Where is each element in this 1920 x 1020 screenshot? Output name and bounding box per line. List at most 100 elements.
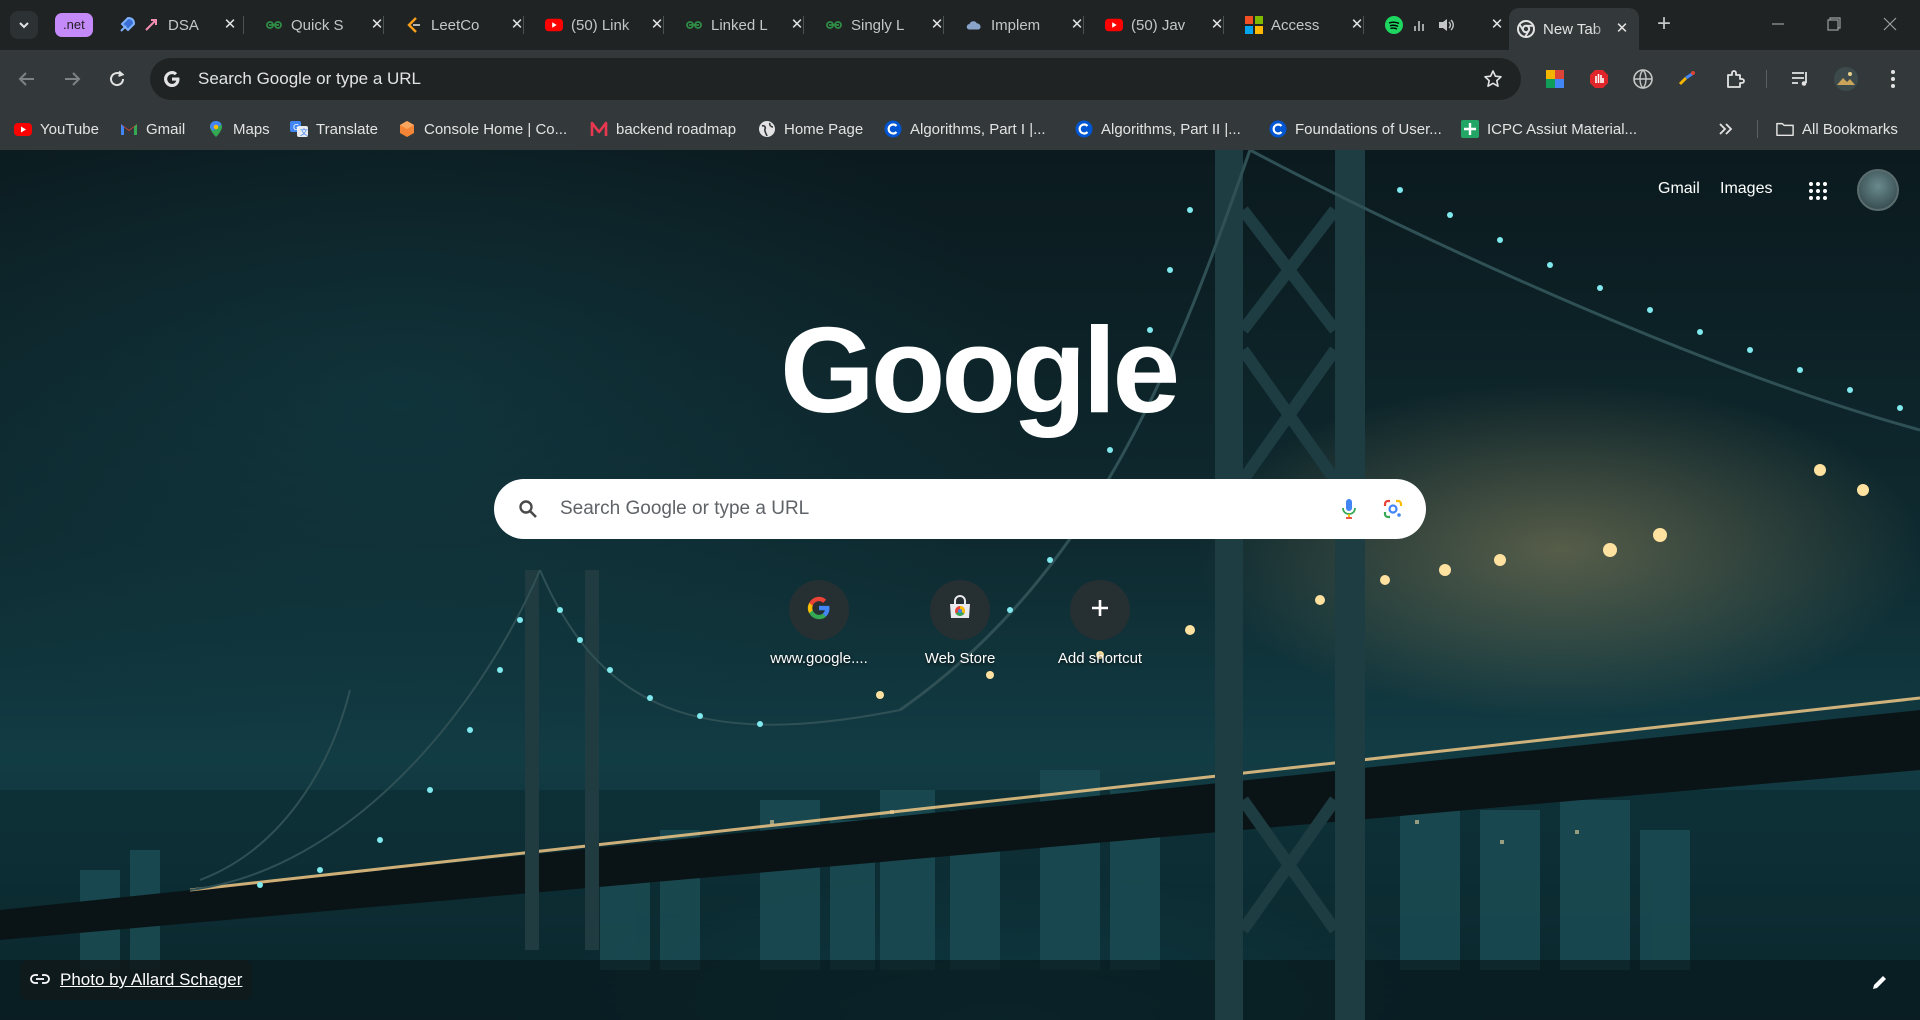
bookmarks-overflow-button[interactable] — [1718, 118, 1734, 140]
restore-icon — [1827, 17, 1841, 31]
bookmark-label: Maps — [233, 120, 270, 138]
bookmark-youtube[interactable]: YouTube — [14, 118, 99, 140]
add-shortcut-button[interactable]: Add shortcut — [1030, 580, 1170, 667]
plus-icon: + — [1656, 10, 1671, 37]
gmail-link[interactable]: Gmail — [1658, 180, 1700, 198]
geeksforgeeks-icon — [825, 16, 843, 34]
bookmark-label: backend roadmap — [616, 120, 737, 138]
tab-youtube-linked[interactable]: (50) Link ✕ — [537, 8, 674, 42]
chrome-menu-button[interactable] — [1879, 65, 1907, 93]
tab-title: Quick S — [291, 16, 344, 34]
tab-title: Access — [1271, 16, 1320, 34]
bookmark-icpc-assiut[interactable]: ICPC Assiut Material... — [1461, 118, 1637, 140]
tab-dsa[interactable]: DSA ✕ — [110, 8, 247, 42]
bookmark-foundations-ux[interactable]: Foundations of User... — [1269, 118, 1442, 140]
shortcut-google[interactable]: www.google.... — [749, 580, 889, 667]
tab-youtube-java[interactable]: (50) Jav ✕ — [1097, 8, 1234, 42]
microsoft-icon — [1245, 16, 1263, 34]
tab-separator — [383, 16, 384, 34]
bookmark-algorithms-part-1[interactable]: Algorithms, Part I |... — [884, 118, 1046, 140]
google-apps-button[interactable] — [1803, 176, 1833, 206]
star-icon[interactable] — [1479, 65, 1507, 93]
tab-title: (50) Link — [571, 16, 630, 34]
tab-access[interactable]: Access ✕ — [1237, 8, 1374, 42]
bookmark-label: Gmail — [146, 120, 186, 138]
bookmark-backend-roadmap[interactable]: backend roadmap — [590, 118, 736, 140]
svg-text:文: 文 — [300, 127, 308, 137]
photo-attribution-link[interactable]: Photo by Allard Schager — [20, 960, 253, 1000]
bookmark-label: Home Page — [784, 120, 864, 138]
extension-globe-icon[interactable] — [1629, 65, 1657, 93]
translate-icon: G文 — [290, 120, 308, 138]
bookmark-label: Algorithms, Part I |... — [910, 120, 1046, 138]
bookmark-label: ICPC Assiut Material... — [1487, 120, 1638, 138]
folder-icon — [1776, 120, 1794, 138]
attribution-text: Photo by Allard Schager — [60, 970, 243, 989]
tab-linked-list[interactable]: Linked L ✕ — [677, 8, 814, 42]
coursera-icon — [1075, 120, 1093, 138]
ntp-search-box[interactable]: Search Google or type a URL — [494, 479, 1426, 539]
coursera-icon — [884, 120, 902, 138]
speaker-icon[interactable] — [1437, 16, 1455, 34]
profile-avatar-icon[interactable] — [1832, 65, 1860, 93]
extension-adblock-icon[interactable] — [1585, 65, 1613, 93]
gmail-icon — [120, 120, 138, 138]
customize-chrome-button[interactable] — [1862, 964, 1898, 1000]
extensions-puzzle-icon[interactable] — [1721, 65, 1749, 93]
all-bookmarks-button[interactable]: All Bookmarks — [1776, 118, 1898, 140]
extension-google-keep-icon[interactable] — [1541, 65, 1569, 93]
media-controls-icon[interactable] — [1786, 65, 1814, 93]
forward-button[interactable] — [57, 64, 87, 94]
tab-title: Singly L — [851, 16, 905, 34]
google-icon — [158, 65, 186, 93]
all-bookmarks-label: All Bookmarks — [1802, 120, 1898, 138]
restore-button[interactable] — [1806, 0, 1862, 48]
bookmark-maps[interactable]: Maps — [207, 118, 270, 140]
toolbar-separator — [1766, 70, 1767, 88]
bookmarks-bar: YouTube Gmail Maps G文 Translate Console … — [0, 108, 1920, 150]
rocket-icon — [118, 16, 136, 34]
tab-search-button[interactable] — [10, 11, 38, 39]
images-link[interactable]: Images — [1720, 180, 1772, 198]
reload-button[interactable] — [102, 64, 132, 94]
svg-text:G: G — [293, 123, 299, 132]
tab-new-tab[interactable]: New Tab ✕ — [1509, 8, 1639, 50]
google-lens-icon[interactable] — [1378, 494, 1408, 524]
chrome-icon — [1517, 20, 1535, 38]
tab-singly-linked[interactable]: Singly L ✕ — [817, 8, 954, 42]
bookmark-algorithms-part-2[interactable]: Algorithms, Part II |... — [1075, 118, 1241, 140]
omnibox[interactable]: Search Google or type a URL — [150, 58, 1521, 100]
account-avatar[interactable] — [1857, 169, 1899, 211]
search-icon — [516, 497, 540, 521]
bookmark-aws-console[interactable]: Console Home | Co... — [398, 118, 567, 140]
microphone-icon[interactable] — [1334, 494, 1364, 524]
close-icon[interactable]: ✕ — [1613, 20, 1631, 38]
bookmark-home-page[interactable]: Home Page — [758, 118, 863, 140]
shortcut-tile — [1070, 580, 1130, 640]
tab-group-chip[interactable]: .net — [55, 13, 93, 37]
toolbar: Search Google or type a URL — [0, 50, 1920, 108]
tab-leetcode[interactable]: LeetCo ✕ — [397, 8, 534, 42]
tab-title: Linked L — [711, 16, 768, 34]
shortcut-tile — [789, 580, 849, 640]
minimize-button[interactable] — [1750, 0, 1806, 48]
close-icon[interactable]: ✕ — [1488, 16, 1506, 34]
new-tab-button[interactable]: + — [1650, 11, 1678, 39]
tab-quick-sort[interactable]: Quick S ✕ — [257, 8, 394, 42]
tab-implement[interactable]: Implem ✕ — [957, 8, 1094, 42]
bookmark-translate[interactable]: G文 Translate — [290, 118, 378, 140]
aws-icon — [398, 120, 416, 138]
shortcut-web-store[interactable]: Web Store — [890, 580, 1030, 667]
rocket-icon — [142, 16, 160, 34]
tab-spotify[interactable]: ✕ — [1377, 8, 1514, 42]
cloud-icon — [965, 16, 983, 34]
omnibox-input[interactable]: Search Google or type a URL — [198, 69, 1479, 89]
extension-colorful-icon[interactable] — [1673, 65, 1701, 93]
search-input[interactable]: Search Google or type a URL — [560, 498, 1334, 520]
tab-title: New Tab — [1543, 20, 1602, 38]
back-button[interactable] — [12, 64, 42, 94]
tab-strip: .net DSA ✕ Quick S ✕ LeetCo ✕ (50) Link … — [0, 0, 1920, 50]
close-window-button[interactable] — [1862, 0, 1918, 48]
bookmark-gmail[interactable]: Gmail — [120, 118, 185, 140]
close-icon[interactable]: ✕ — [221, 16, 239, 34]
